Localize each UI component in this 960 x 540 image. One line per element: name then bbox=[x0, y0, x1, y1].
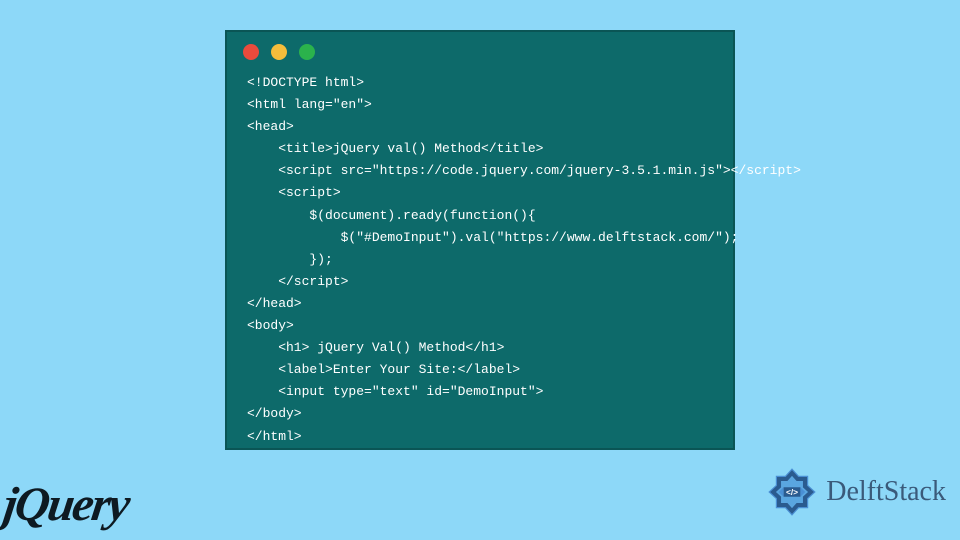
delftstack-logo: </> DelftStack bbox=[762, 462, 946, 522]
code-line: <script src="https://code.jquery.com/jqu… bbox=[247, 163, 801, 178]
code-line: <label>Enter Your Site:</label> bbox=[247, 362, 520, 377]
code-line: <!DOCTYPE html> bbox=[247, 75, 364, 90]
code-window: <!DOCTYPE html> <html lang="en"> <head> … bbox=[225, 30, 735, 450]
delftstack-logo-text: DelftStack bbox=[826, 476, 946, 508]
code-line: $(document).ready(function(){ bbox=[247, 208, 536, 223]
code-line: </html> bbox=[247, 429, 302, 444]
minimize-icon bbox=[271, 44, 287, 60]
code-line: <head> bbox=[247, 119, 294, 134]
jquery-logo-text: jQuery bbox=[0, 478, 131, 531]
code-line: $("#DemoInput").val("https://www.delftst… bbox=[247, 230, 738, 245]
code-line: </body> bbox=[247, 406, 302, 421]
code-line: <input type="text" id="DemoInput"> bbox=[247, 384, 543, 399]
code-line: <body> bbox=[247, 318, 294, 333]
svg-text:</>: </> bbox=[786, 487, 798, 497]
window-controls bbox=[227, 32, 733, 68]
code-line: <title>jQuery val() Method</title> bbox=[247, 141, 543, 156]
code-line: }); bbox=[247, 252, 333, 267]
code-line: <h1> jQuery Val() Method</h1> bbox=[247, 340, 504, 355]
code-line: </head> bbox=[247, 296, 302, 311]
code-line: <html lang="en"> bbox=[247, 97, 372, 112]
delftstack-icon: </> bbox=[762, 462, 822, 522]
jquery-logo: jQuery bbox=[0, 477, 132, 532]
code-line: </script> bbox=[247, 274, 348, 289]
close-icon bbox=[243, 44, 259, 60]
maximize-icon bbox=[299, 44, 315, 60]
code-block: <!DOCTYPE html> <html lang="en"> <head> … bbox=[227, 68, 733, 464]
code-line: <script> bbox=[247, 185, 341, 200]
